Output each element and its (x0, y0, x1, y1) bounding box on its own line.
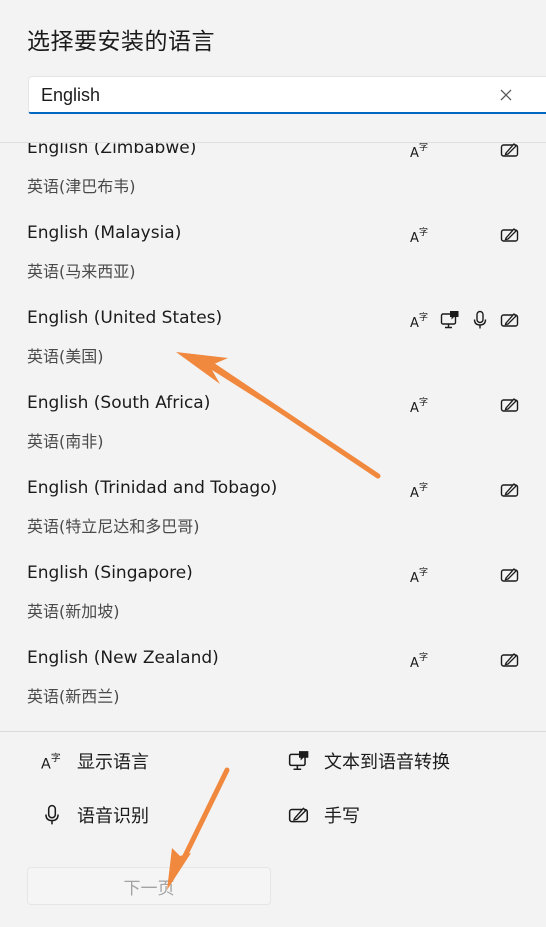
language-name: English (South Africa) (27, 393, 211, 413)
handwriting-icon (500, 143, 520, 160)
svg-text:字: 字 (419, 396, 428, 408)
display-language-icon: A字 (410, 480, 430, 500)
legend-display-language: A字 显示语言 (41, 749, 149, 773)
microphone-icon (470, 310, 490, 330)
language-name: English (United States) (27, 308, 223, 328)
language-item-english-south-africa[interactable]: English (South Africa) 英语(南非) A字 (0, 378, 546, 463)
language-list[interactable]: English (Zimbabwe) 英语(津巴布韦) A字 English (… (0, 143, 546, 731)
svg-text:字: 字 (51, 751, 61, 764)
text-to-speech-icon (288, 750, 310, 772)
handwriting-icon (500, 480, 520, 500)
display-language-icon: A字 (410, 565, 430, 585)
svg-text:A: A (410, 231, 419, 245)
language-name: English (New Zealand) (27, 648, 219, 668)
search-input[interactable] (41, 82, 481, 108)
legend-divider (0, 731, 546, 732)
svg-text:字: 字 (419, 651, 428, 663)
svg-text:字: 字 (419, 481, 428, 493)
legend-label: 显示语言 (77, 752, 149, 773)
svg-text:字: 字 (419, 143, 428, 153)
language-item-english-singapore[interactable]: English (Singapore) 英语(新加坡) A字 (0, 548, 546, 633)
language-native-name: 英语(美国) (27, 347, 104, 366)
display-language-icon: A字 (410, 650, 430, 670)
language-name: English (Trinidad and Tobago) (27, 478, 278, 498)
language-native-name: 英语(马来西亚) (27, 262, 136, 281)
language-item-english-united-states[interactable]: English (United States) 英语(美国) A字 (0, 293, 546, 378)
language-item-english-zimbabwe[interactable]: English (Zimbabwe) 英语(津巴布韦) A字 (0, 143, 546, 208)
language-item-english-malaysia[interactable]: English (Malaysia) 英语(马来西亚) A字 (0, 208, 546, 293)
svg-text:字: 字 (419, 566, 428, 578)
dialog-title: 选择要安装的语言 (27, 29, 215, 55)
language-item-english-new-zealand[interactable]: English (New Zealand) 英语(新西兰) A字 (0, 633, 546, 718)
text-to-speech-icon (440, 310, 460, 330)
display-language-icon: A字 (410, 395, 430, 415)
search-box[interactable] (28, 76, 546, 114)
handwriting-icon (500, 225, 520, 245)
svg-text:A: A (41, 757, 51, 772)
language-item-english-trinidad-and-tobago[interactable]: English (Trinidad and Tobago) 英语(特立尼达和多巴… (0, 463, 546, 548)
svg-text:A: A (410, 656, 419, 670)
next-button[interactable]: 下一页 (27, 867, 271, 905)
display-language-icon: A字 (410, 310, 430, 330)
legend-text-to-speech: 文本到语音转换 (288, 749, 450, 773)
legend-label: 文本到语音转换 (324, 752, 450, 773)
language-name: English (Malaysia) (27, 223, 182, 243)
svg-text:A: A (410, 486, 419, 500)
language-name: English (Zimbabwe) (27, 143, 197, 158)
handwriting-icon (500, 310, 520, 330)
display-language-icon: A字 (410, 225, 430, 245)
handwriting-icon (500, 565, 520, 585)
language-name: English (Singapore) (27, 563, 193, 583)
language-native-name: 英语(特立尼达和多巴哥) (27, 517, 200, 536)
svg-text:A: A (410, 401, 419, 415)
microphone-icon (41, 804, 63, 826)
svg-text:A: A (410, 316, 419, 330)
legend-label: 手写 (324, 806, 360, 827)
display-language-icon: A字 (410, 143, 430, 160)
clear-search-button[interactable] (497, 86, 515, 104)
legend-handwriting: 手写 (288, 803, 360, 827)
language-native-name: 英语(南非) (27, 432, 104, 451)
handwriting-icon (500, 395, 520, 415)
language-native-name: 英语(新西兰) (27, 687, 120, 706)
handwriting-icon (500, 650, 520, 670)
legend-label: 语音识别 (77, 806, 149, 827)
svg-text:A: A (410, 146, 419, 160)
close-icon (500, 89, 512, 101)
language-native-name: 英语(津巴布韦) (27, 177, 136, 196)
svg-text:A: A (410, 571, 419, 585)
svg-text:字: 字 (419, 226, 428, 238)
display-language-icon: A字 (41, 750, 63, 772)
handwriting-icon (288, 804, 310, 826)
svg-text:字: 字 (419, 311, 428, 323)
language-native-name: 英语(新加坡) (27, 602, 120, 621)
legend-speech-recognition: 语音识别 (41, 803, 149, 827)
